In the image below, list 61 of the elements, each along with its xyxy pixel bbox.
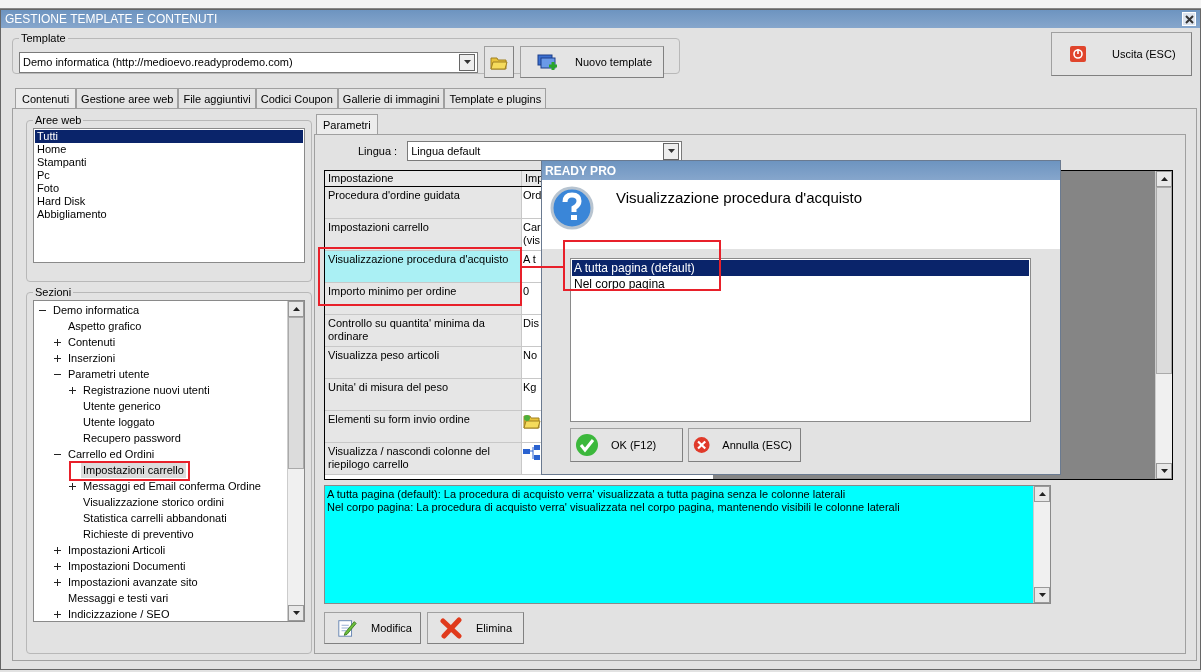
list-item[interactable]: Foto — [35, 182, 303, 195]
template-dropdown[interactable]: Demo informatica (http://medioevo.readyprodemo.com) — [19, 51, 478, 73]
language-label: Lingua : — [358, 145, 398, 157]
description-text: A tutta pagina (default): La procedura di acquisto verra' visualizzata a tutta pagina senza le colonne laterali — [327, 488, 847, 501]
tab[interactable]: Contenuti — [15, 88, 77, 108]
tree-item[interactable]: Statistica carrelli abbandonati — [81, 510, 229, 526]
tree-item[interactable]: Demo informatica — [51, 302, 142, 318]
cancel-button[interactable]: Annulla (ESC) — [688, 428, 801, 462]
table-cell[interactable]: Impostazioni carrello — [325, 219, 522, 250]
tree-item[interactable]: Messaggi e testi vari — [66, 590, 171, 606]
list-item[interactable]: Pc — [35, 169, 303, 182]
new-template-button[interactable]: Nuovo template — [520, 46, 664, 78]
tree-item[interactable]: Carrello ed Ordini — [66, 446, 157, 462]
tab[interactable]: Gallerie di immagini — [337, 88, 445, 108]
tree-item[interactable]: Utente generico — [81, 398, 163, 414]
parameters-tab[interactable]: Parametri — [316, 114, 378, 134]
list-item[interactable]: Home — [35, 143, 303, 156]
table-cell[interactable]: Importo minimo per ordine — [325, 283, 522, 314]
tree-item[interactable]: Visualizzazione storico ordini — [81, 494, 227, 510]
list-item[interactable]: Abbigliamento — [35, 208, 303, 221]
tree-item[interactable]: Aspetto grafico — [66, 318, 144, 334]
group-label: Template — [20, 32, 67, 44]
table-cell[interactable]: Unita' di misura del peso — [325, 379, 522, 410]
tree-item[interactable]: Impostazioni Documenti — [66, 558, 188, 574]
list-item[interactable]: Tutti — [35, 130, 303, 143]
list-item[interactable]: Hard Disk — [35, 195, 303, 208]
column-header[interactable]: Impostazione — [325, 171, 522, 186]
table-cell[interactable]: Visualizza peso articoli — [325, 347, 522, 378]
group-label: Aree web — [34, 114, 83, 126]
tab[interactable]: File aggiuntivi — [178, 88, 256, 108]
table-cell[interactable]: Elementi su form invio ordine — [325, 411, 522, 442]
tab[interactable]: Template e plugins — [444, 88, 547, 108]
tree-item[interactable]: Recupero password — [81, 430, 183, 446]
tree-item[interactable]: Registrazione nuovi utenti — [81, 382, 212, 398]
tree-item[interactable]: Messaggi ed Email conferma Ordine — [81, 478, 263, 494]
description-text: Nel corpo pagina: La procedura di acquisto verra' visualizzata nel corpo pagina, mantenendo visibili le colonne laterali — [327, 501, 901, 514]
tab[interactable]: Codici Coupon — [255, 88, 338, 108]
dialog-title: READY PRO — [545, 163, 617, 178]
tree-item[interactable]: Impostazioni Articoli — [66, 542, 168, 558]
group-label: Sezioni — [34, 286, 73, 298]
language-dropdown[interactable]: Lingua default — [407, 141, 683, 161]
list-item[interactable]: A tutta pagina (default) — [572, 260, 1029, 276]
tree-item[interactable]: Inserzioni — [66, 350, 118, 366]
tree-item[interactable]: Parametri utente — [66, 366, 152, 382]
delete-button[interactable]: Elimina — [427, 612, 524, 644]
table-cell[interactable]: Procedura d'ordine guidata — [325, 187, 522, 218]
table-cell[interactable]: Visualizzazione procedura d'acquisto — [325, 251, 522, 282]
edit-button[interactable]: Modifica — [324, 612, 421, 644]
dialog-heading: Visualizzazione procedura d'acquisto — [616, 189, 863, 206]
ok-button[interactable]: OK (F12) — [570, 428, 683, 462]
tree-item[interactable]: Richieste di preventivo — [81, 526, 196, 542]
tree-item[interactable]: Utente loggato — [81, 414, 157, 430]
tree-item[interactable]: Indicizzazione / SEO — [66, 606, 172, 622]
list-item[interactable]: Stampanti — [35, 156, 303, 169]
tab[interactable]: Gestione aree web — [76, 88, 179, 108]
tree-item[interactable]: Contenuti — [66, 334, 118, 350]
table-cell[interactable]: Visualizza / nascondi colonne del riepilogo carrello — [325, 443, 522, 474]
tree-item[interactable]: Impostazioni avanzate sito — [66, 574, 200, 590]
table-cell[interactable]: Controllo su quantita' minima da ordinare — [325, 315, 522, 346]
exit-button[interactable]: Uscita (ESC) — [1051, 32, 1192, 76]
window-title: GESTIONE TEMPLATE E CONTENUTI — [5, 12, 218, 26]
